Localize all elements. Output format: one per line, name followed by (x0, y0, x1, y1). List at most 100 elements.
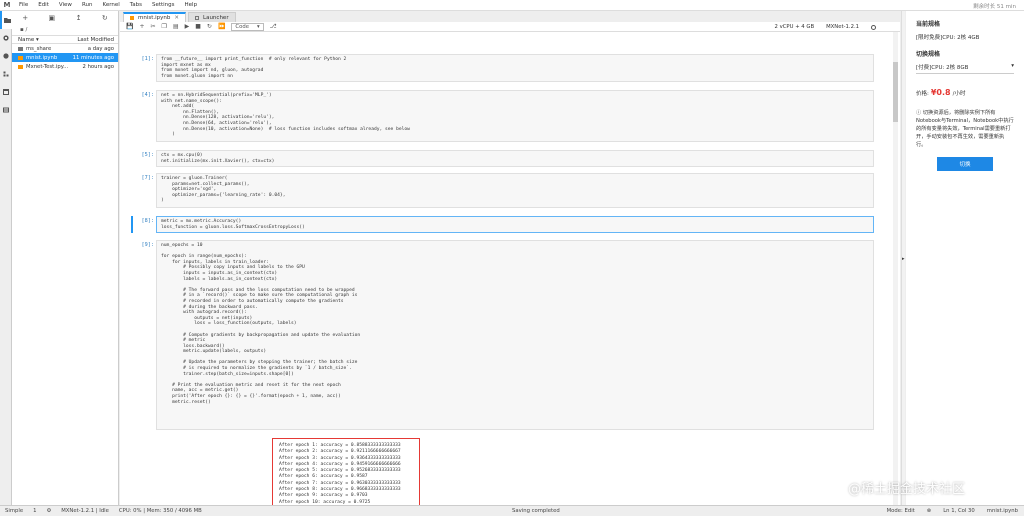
menu-help[interactable]: Help (180, 2, 203, 8)
tab-launcher[interactable]: Launcher (188, 12, 236, 22)
cursor-position[interactable]: Ln 1, Col 30 (943, 508, 975, 514)
file-browser-toolbar: + ▣ ↥ ↻ (12, 11, 118, 25)
cell-code[interactable]: ctx = mx.cpu(0) net.initialize(mx.init.X… (156, 150, 874, 167)
menu-settings[interactable]: Settings (147, 2, 180, 8)
gear-icon[interactable]: ⚙ (41, 508, 56, 514)
file-modified: a day ago (87, 45, 114, 52)
price: 价格: ¥0.8 /小时 (916, 88, 1014, 97)
chevron-down-icon: ▾ (1011, 63, 1014, 69)
scrollbar[interactable] (893, 32, 898, 505)
status-bar: Simple 1 ⚙ MXNet-1.2.1 | Idle CPU: 0% | … (0, 505, 1024, 516)
commands-icon[interactable] (0, 47, 12, 65)
active-cell-indicator (131, 216, 133, 233)
notebook-panel[interactable]: [1]: from __future__ import print_functi… (120, 32, 900, 505)
menu-file[interactable]: File (14, 2, 33, 8)
cell-code[interactable]: from __future__ import print_function # … (156, 54, 874, 82)
simple-mode-toggle[interactable]: Simple (0, 508, 28, 514)
run-icon[interactable]: ▶ (185, 23, 190, 30)
paste-icon[interactable]: ▤ (173, 23, 179, 30)
notebook-toolbar: 💾 + ✂ ❐ ▤ ▶ ■ ↻ ⏩ Code ▾ ⎇ 2 vCPU + 4 GB… (120, 22, 900, 32)
scroll-thumb[interactable] (893, 62, 898, 122)
refresh-icon[interactable]: ↻ (102, 14, 108, 22)
cell-type-value: Code (235, 23, 249, 30)
watermark: @稀土掘金技术社区 (848, 482, 966, 497)
tab-bar: mnist.ipynb ✕ Launcher (120, 11, 900, 22)
notebook-icon (18, 55, 23, 60)
mode-indicator: Mode: Edit (886, 508, 915, 514)
git-icon[interactable]: ⎇ (270, 23, 277, 30)
restart-icon[interactable]: ↻ (207, 23, 212, 30)
kernel-name[interactable]: MXNet-1.2.1 (826, 24, 859, 30)
tab-mnist[interactable]: mnist.ipynb ✕ (123, 12, 187, 22)
cell-code[interactable]: num_epochs = 10 for epoch in range(num_e… (156, 240, 874, 430)
new-folder-icon[interactable]: ▣ (49, 14, 56, 22)
upload-icon[interactable]: ↥ (76, 14, 82, 22)
menu-run[interactable]: Run (77, 2, 98, 8)
code-cell[interactable]: [5]: ctx = mx.cpu(0) net.initialize(mx.i… (134, 150, 874, 167)
jupyter-logo: Ⅿ (3, 1, 11, 9)
tab-label: mnist.ipynb (138, 15, 171, 21)
file-name: mnist.ipynb (26, 54, 58, 61)
code-cell[interactable]: [1]: from __future__ import print_functi… (134, 54, 874, 82)
cell-type-select[interactable]: Code ▾ (231, 22, 264, 31)
menu-kernel[interactable]: Kernel (97, 2, 124, 8)
spec-panel: 当前规格 [限时免费]CPU: 2核 4GB 切换规格 [付费]CPU: 2核 … (906, 11, 1024, 505)
cell-prompt: [9]: (141, 242, 155, 248)
menu-view[interactable]: View (54, 2, 77, 8)
file-name: ms_share (26, 45, 52, 52)
run-all-icon[interactable]: ⏩ (218, 23, 225, 30)
cell-prompt: [5]: (141, 152, 155, 158)
folder-icon[interactable] (0, 11, 12, 29)
extension-icon[interactable] (0, 101, 12, 119)
main-area: mnist.ipynb ✕ Launcher 💾 + ✂ ❐ ▤ ▶ ■ ↻ ⏩… (120, 11, 900, 505)
resource-spec: 2 vCPU + 4 GB (774, 24, 815, 30)
running-icon[interactable] (0, 29, 12, 47)
code-cell-active[interactable]: [8]: metric = mx.metric.Accuracy() loss_… (131, 216, 874, 233)
new-launcher-icon[interactable]: + (22, 14, 28, 22)
cell-code[interactable]: trainer = gluon.Trainer( params=net.coll… (156, 173, 874, 208)
cell-code[interactable]: net = nn.HybridSequential(prefix='MLP_')… (156, 90, 874, 142)
kernel-status[interactable]: MXNet-1.2.1 | Idle (56, 508, 114, 514)
list-item[interactable]: Mxnet-Test.ipy... 2 hours ago (12, 62, 118, 71)
insert-cell-icon[interactable]: + (139, 23, 144, 30)
menubar: Ⅿ File Edit View Run Kernel Tabs Setting… (0, 0, 1024, 11)
palette-icon[interactable] (0, 65, 12, 83)
menu-edit[interactable]: Edit (33, 2, 54, 8)
folder-icon (18, 46, 23, 51)
cut-icon[interactable]: ✂ (151, 23, 156, 30)
tab-label: Launcher (203, 14, 229, 21)
close-icon[interactable]: ✕ (174, 15, 179, 21)
code-cell[interactable]: [4]: net = nn.HybridSequential(prefix='M… (134, 90, 874, 142)
current-spec-value: [限时免费]CPU: 2核 4GB (916, 35, 980, 41)
switch-warning: ⓘ 切换资源后，将删除实例下所有Notebook与Terminal，Notebo… (916, 110, 1014, 148)
bug-icon[interactable]: ⊗ (927, 508, 931, 514)
list-item[interactable]: mnist.ipynb 11 minutes ago (12, 53, 118, 62)
menu-tabs[interactable]: Tabs (125, 2, 147, 8)
tabs-icon[interactable] (0, 83, 12, 101)
file-name: Mxnet-Test.ipy... (26, 63, 69, 70)
spec-select[interactable]: [付费]CPU: 2核 8GB ▾ (916, 63, 1014, 74)
status-right: Mode: Edit ⊗ Ln 1, Col 30 mnist.ipynb (887, 508, 1018, 514)
file-list-header: Name ▾ Last Modified (12, 35, 118, 44)
code-cell[interactable]: [9]: num_epochs = 10 for epoch in range(… (134, 240, 874, 430)
stop-icon[interactable]: ■ (195, 23, 201, 30)
terminal-count[interactable]: 1 (28, 508, 41, 514)
file-modified: 2 hours ago (82, 63, 114, 70)
save-icon[interactable]: 💾 (126, 23, 133, 30)
list-item[interactable]: ms_share a day ago (12, 44, 118, 53)
copy-icon[interactable]: ❐ (162, 23, 167, 30)
left-sidebar (0, 11, 12, 505)
header-last-modified[interactable]: Last Modified (77, 37, 114, 43)
file-modified: 11 minutes ago (72, 54, 114, 61)
chevron-right-icon[interactable]: ▸ (902, 256, 905, 262)
panel-collapse-handle[interactable]: ▸ (901, 11, 905, 505)
header-name[interactable]: Name ▾ (18, 37, 39, 43)
breadcrumb[interactable]: ▪ / (12, 25, 118, 35)
cell-prompt: [8]: (141, 218, 155, 224)
notebook-icon (130, 16, 134, 20)
price-value: ¥0.8 (930, 88, 951, 97)
switch-button[interactable]: 切换 (937, 157, 993, 171)
resource-usage: CPU: 0% | Mem: 350 / 4096 MB (118, 508, 202, 514)
cell-code[interactable]: metric = mx.metric.Accuracy() loss_funct… (156, 216, 874, 233)
code-cell[interactable]: [7]: trainer = gluon.Trainer( params=net… (134, 173, 874, 208)
